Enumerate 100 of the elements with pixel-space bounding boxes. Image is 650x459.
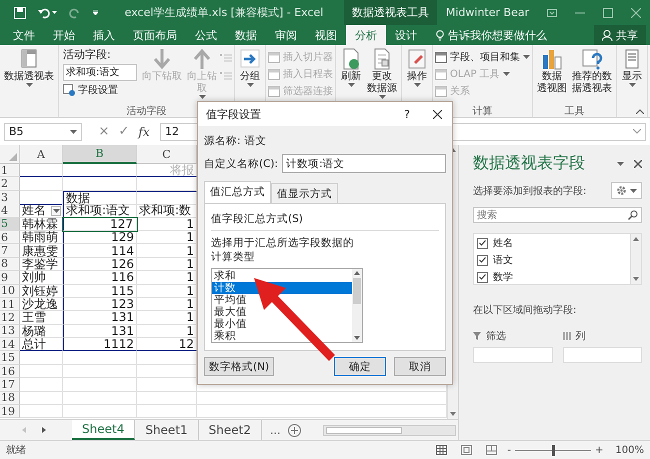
field-checkbox[interactable]: 语文 <box>477 253 627 267</box>
row-number[interactable]: 13 <box>0 324 20 338</box>
ribbon-tab[interactable]: 数据 <box>226 25 266 45</box>
caret-icon <box>630 188 637 192</box>
filter-button[interactable] <box>51 206 61 216</box>
next-sheet-button[interactable] <box>42 427 46 433</box>
ribbon-button[interactable]: 字段、项目和集 <box>435 50 530 64</box>
list-icon <box>220 53 232 63</box>
zoom-in-button[interactable]: + <box>595 444 604 456</box>
row-number[interactable]: 11 <box>0 298 20 312</box>
cancel-button[interactable]: × <box>94 124 114 139</box>
check-icon <box>479 274 486 280</box>
normal-view-button[interactable] <box>436 445 448 455</box>
share-button[interactable]: 共享 <box>594 25 646 45</box>
undo-button[interactable] <box>38 6 57 18</box>
collapse-ribbon-button[interactable] <box>636 109 644 114</box>
ribbon-tab[interactable]: 审阅 <box>266 25 306 45</box>
dialog-button[interactable]: 数字格式(N) <box>204 357 274 376</box>
row-number[interactable]: 12 <box>0 311 20 325</box>
row-number[interactable]: 4 <box>0 204 20 218</box>
checkbox[interactable] <box>477 238 488 248</box>
row-number[interactable]: 15 <box>0 351 20 365</box>
dialog-tab[interactable]: 值汇总方式 <box>204 181 271 204</box>
ribbon-tab[interactable]: 视图 <box>306 25 346 45</box>
ribbon-tab[interactable]: 开始 <box>44 25 84 45</box>
page-break-button[interactable] <box>486 445 498 455</box>
ribbon-tab[interactable]: 设计 <box>386 25 426 45</box>
row-number[interactable]: 14 <box>0 338 20 352</box>
row-number[interactable]: 3 <box>0 190 20 205</box>
list-scrollbar[interactable] <box>352 269 362 342</box>
ribbon-button[interactable]: 推荐的数 据透视表 <box>570 47 614 104</box>
row-number[interactable]: 9 <box>0 271 20 285</box>
scroll-thumb[interactable] <box>326 426 402 434</box>
pane-options-button[interactable] <box>617 162 624 166</box>
ribbon-button[interactable]: 显示 <box>619 47 645 104</box>
list-item[interactable]: 最大值 <box>212 306 352 318</box>
scroll-thumb[interactable] <box>353 278 361 304</box>
ribbon-tab[interactable]: 页面布局 <box>124 25 186 45</box>
checkbox[interactable] <box>477 254 488 266</box>
table-cell: 韩林霖 <box>20 218 63 231</box>
calculation-list[interactable]: 求和 计数 平均值 最大值 最小值 乘积 <box>211 268 363 343</box>
ribbon-tab[interactable]: 分析 <box>346 25 386 45</box>
list-item[interactable]: 最小值 <box>212 318 352 330</box>
dialog-button[interactable]: 取消 <box>394 357 446 376</box>
tell-me-search[interactable]: 告诉我你想要做什么 <box>436 25 547 45</box>
field-settings-button[interactable]: 字段设置 <box>63 83 137 97</box>
ribbon-button[interactable]: 数据透视表 <box>2 47 56 104</box>
redo-button[interactable] <box>69 6 81 18</box>
list-item[interactable]: 平均值 <box>212 294 352 306</box>
column-header[interactable]: A <box>20 145 63 164</box>
custom-name-field[interactable]: 计数项:语文 <box>282 154 446 173</box>
settings-button[interactable] <box>611 182 642 199</box>
column-header[interactable]: B <box>63 145 137 164</box>
question-icon <box>581 48 603 70</box>
ribbon-button[interactable]: 数据 透视图 <box>535 47 569 104</box>
list-scrollbar[interactable] <box>630 234 641 284</box>
group-label: 工具 <box>564 105 584 117</box>
active-field-input[interactable]: 求和项:语文 <box>63 64 137 81</box>
row-number[interactable]: 7 <box>0 244 20 258</box>
row-number[interactable]: 8 <box>0 258 20 272</box>
checkbox[interactable] <box>477 272 488 282</box>
horizontal-scrollbar[interactable] <box>323 424 456 436</box>
help-button[interactable]: ? <box>392 102 422 126</box>
ribbon-tab[interactable]: 插入 <box>84 25 124 45</box>
row-number[interactable]: 1 <box>0 164 20 178</box>
ribbon-tab[interactable]: 公式 <box>186 25 226 45</box>
row-number[interactable]: 6 <box>0 230 20 244</box>
more-sheets-button[interactable]: ... <box>262 420 288 440</box>
close-button[interactable] <box>634 160 642 168</box>
row-number[interactable]: 5 <box>0 218 20 231</box>
page-layout-button[interactable] <box>461 445 472 455</box>
customize-button[interactable] <box>93 10 98 15</box>
enter-button[interactable]: ✓ <box>114 124 134 139</box>
table-cell <box>137 378 197 392</box>
row-number[interactable]: 17 <box>0 378 20 392</box>
dialog-button[interactable]: 确定 <box>334 357 386 376</box>
dialog-tab[interactable]: 值显示方式 <box>271 183 338 204</box>
search-field[interactable]: 搜索 <box>473 207 642 223</box>
save-button[interactable] <box>14 6 26 18</box>
sheet-tab[interactable]: Sheet4 <box>72 420 136 440</box>
row-number[interactable]: 10 <box>0 284 20 298</box>
row-number[interactable]: 2 <box>0 177 20 191</box>
insert-function-button[interactable]: fx <box>134 124 154 138</box>
row-number[interactable]: 19 <box>0 405 20 418</box>
zoom-out-button[interactable]: - <box>507 444 512 456</box>
list-item[interactable]: 求和 <box>212 270 352 282</box>
row-number[interactable]: 16 <box>0 364 20 378</box>
window-icon <box>268 68 280 80</box>
name-box[interactable]: B5 <box>4 122 82 140</box>
row-number[interactable]: 18 <box>0 392 20 406</box>
field-checkbox[interactable]: 数学 <box>477 270 627 284</box>
window-icon <box>435 68 447 80</box>
caret-icon <box>502 72 510 76</box>
ribbon-button[interactable]: 操作 <box>404 47 430 104</box>
ribbon-tab[interactable]: 文件 <box>4 25 44 45</box>
field-checkbox[interactable]: 姓名 <box>477 236 627 250</box>
slider-thumb[interactable] <box>552 444 556 456</box>
table-cell <box>137 392 197 406</box>
list-item[interactable]: 乘积 <box>212 330 352 342</box>
column-header[interactable]: C <box>137 145 197 164</box>
